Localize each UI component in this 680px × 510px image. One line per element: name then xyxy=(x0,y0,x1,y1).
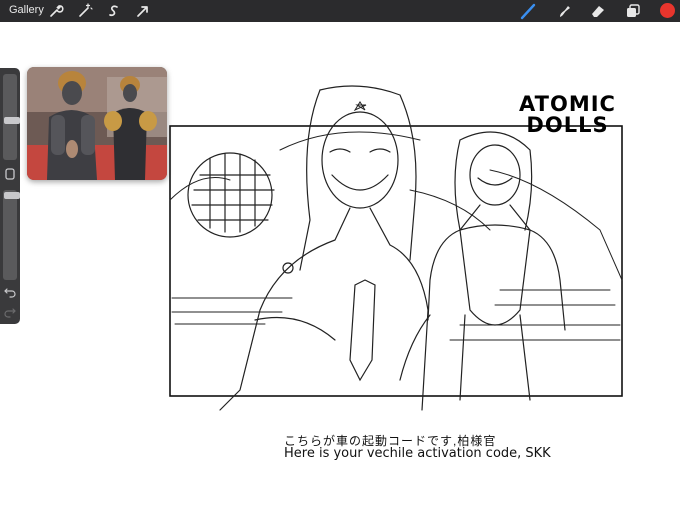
square-modify-icon[interactable] xyxy=(3,168,17,180)
color-picker-button[interactable] xyxy=(660,3,675,18)
magic-wand-icon[interactable] xyxy=(76,2,94,20)
reference-photo-thumbnail xyxy=(27,67,167,180)
brush-size-thumb[interactable] xyxy=(4,117,20,124)
title-line-2: DOLLS xyxy=(526,113,609,137)
undo-icon[interactable] xyxy=(3,286,17,298)
reference-window[interactable] xyxy=(27,67,167,180)
title-line-1: ATOMIC xyxy=(519,92,616,116)
brush-size-slider[interactable] xyxy=(3,74,20,160)
sketch-drawing xyxy=(169,85,623,411)
artwork-title: ATOMIC DOLLS xyxy=(510,94,625,136)
sketch-canvas[interactable] xyxy=(160,80,640,470)
transform-arrow-icon[interactable] xyxy=(134,2,152,20)
smudge-icon[interactable] xyxy=(555,2,573,20)
layers-icon[interactable] xyxy=(624,2,642,20)
wrench-icon[interactable] xyxy=(47,2,65,20)
top-toolbar: Gallery xyxy=(0,0,680,22)
brush-icon[interactable] xyxy=(519,2,537,20)
selection-s-icon[interactable] xyxy=(105,2,123,20)
left-sidebar xyxy=(0,68,20,324)
eraser-icon[interactable] xyxy=(589,2,607,20)
redo-icon[interactable] xyxy=(3,306,17,318)
brush-opacity-thumb[interactable] xyxy=(4,192,20,199)
brush-opacity-slider[interactable] xyxy=(3,190,20,280)
gallery-button[interactable]: Gallery xyxy=(9,4,44,16)
caption-english: Here is your vechile activation code, SK… xyxy=(284,446,551,461)
